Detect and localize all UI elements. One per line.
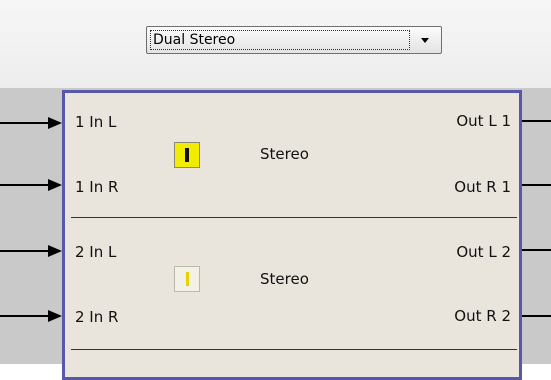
stereo-module: 1 In L Out L 1 Stereo 1 In R Out R 1 2 I… (62, 90, 522, 380)
input-port-1l[interactable]: 1 In L (75, 113, 116, 131)
output-port-2l[interactable]: Out L 2 (456, 243, 511, 261)
channel-2-mode-label: Stereo (260, 270, 309, 288)
channel-separator (71, 217, 517, 218)
mode-dropdown[interactable]: Dual Stereo (146, 26, 442, 54)
input-port-2l[interactable]: 2 In L (75, 243, 116, 261)
mode-dropdown-value: Dual Stereo (150, 30, 410, 50)
channel-2-toggle-button[interactable] (174, 266, 200, 292)
toggle-on-icon (185, 148, 189, 162)
input-port-1r[interactable]: 1 In R (75, 178, 118, 196)
output-port-1l[interactable]: Out L 1 (456, 112, 511, 130)
triangle-down-icon[interactable] (415, 30, 435, 50)
toggle-off-icon (186, 272, 189, 286)
channel-1-mode-label: Stereo (260, 145, 309, 163)
channel-separator (71, 349, 517, 350)
output-port-1r[interactable]: Out R 1 (454, 178, 511, 196)
channel-1-toggle-button[interactable] (174, 142, 200, 168)
output-port-2r[interactable]: Out R 2 (454, 307, 511, 325)
input-port-2r[interactable]: 2 In R (75, 308, 118, 326)
